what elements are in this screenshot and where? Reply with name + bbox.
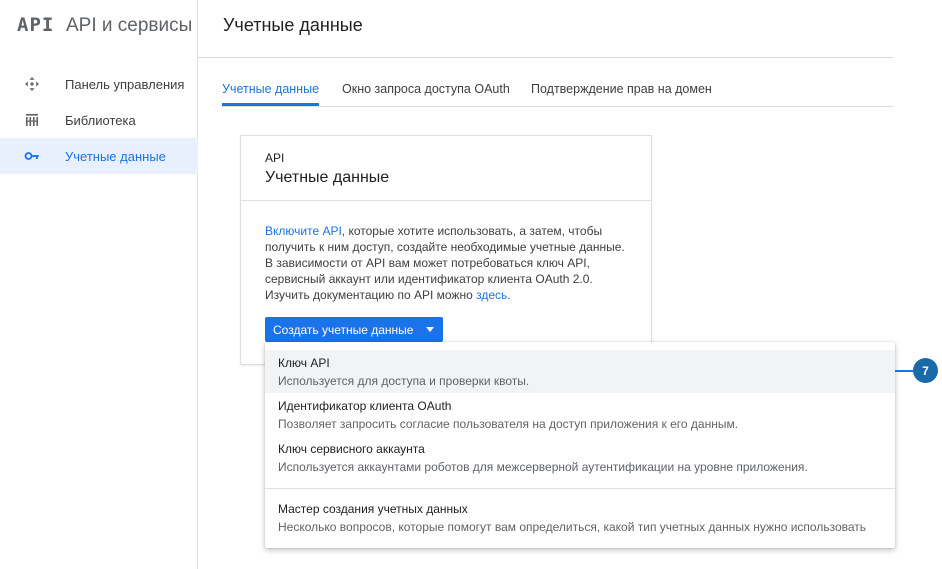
- menu-item-title: Ключ API: [278, 356, 330, 370]
- api-logo: API: [17, 14, 55, 36]
- card-title: Учетные данные: [265, 169, 390, 186]
- create-credentials-label: Создать учетные данные: [273, 322, 414, 337]
- menu-item-title: Идентификатор клиента OAuth: [278, 399, 452, 413]
- sidebar-item-library[interactable]: Библиотека: [0, 102, 198, 138]
- card-divider: [241, 200, 651, 201]
- tab-credentials[interactable]: Учетные данные: [222, 82, 319, 96]
- library-icon: [24, 112, 40, 128]
- key-icon: [24, 148, 40, 164]
- menu-item-title: Мастер создания учетных данных: [278, 502, 468, 516]
- header-divider: [198, 57, 893, 58]
- create-credentials-button[interactable]: Создать учетные данные: [265, 317, 443, 342]
- menu-item-desc: Несколько вопросов, которые помогут вам …: [278, 520, 867, 534]
- enable-api-link[interactable]: Включите API: [265, 224, 342, 238]
- menu-item-service-account-key[interactable]: Ключ сервисного аккаунта Используется ак…: [265, 436, 895, 479]
- sidebar-item-label: Учетные данные: [65, 149, 166, 164]
- credentials-card: API Учетные данные Включите API, которые…: [240, 135, 652, 365]
- menu-item-api-key[interactable]: Ключ API Используется для доступа и пров…: [265, 350, 895, 393]
- menu-divider: [265, 488, 895, 489]
- sidebar: API API и сервисы Панель управления Библ…: [0, 0, 198, 569]
- page-title: Учетные данные: [223, 15, 363, 35]
- dashboard-icon: [24, 76, 40, 92]
- menu-item-desc: Используется для доступа и проверки квот…: [278, 374, 530, 388]
- card-description: Включите API, которые хотите использоват…: [265, 223, 625, 303]
- create-credentials-menu: Ключ API Используется для доступа и пров…: [265, 342, 895, 548]
- caret-down-icon: [426, 327, 434, 332]
- card-description-end: .: [507, 288, 511, 302]
- sidebar-item-dashboard[interactable]: Панель управления: [0, 66, 198, 102]
- card-kicker: API: [265, 151, 285, 165]
- sidebar-item-label: Панель управления: [65, 77, 185, 92]
- sidebar-item-credentials[interactable]: Учетные данные: [0, 138, 198, 174]
- menu-item-title: Ключ сервисного аккаунта: [278, 442, 425, 456]
- menu-item-desc: Используется аккаунтами роботов для межс…: [278, 460, 808, 474]
- tab-oauth-consent[interactable]: Окно запроса доступа OAuth: [342, 82, 510, 96]
- callout-badge: 7: [913, 358, 938, 383]
- tabs-divider: [222, 106, 893, 107]
- docs-link[interactable]: здесь: [476, 288, 507, 302]
- tab-domain-verification[interactable]: Подтверждение прав на домен: [531, 82, 712, 96]
- sidebar-item-label: Библиотека: [65, 113, 136, 128]
- menu-item-credentials-wizard[interactable]: Мастер создания учетных данных Несколько…: [265, 496, 895, 540]
- brand-title: API и сервисы: [66, 15, 193, 36]
- menu-item-desc: Позволяет запросить согласие пользовател…: [278, 417, 739, 431]
- sidebar-nav: Панель управления Библиотека Учетные дан…: [0, 66, 198, 174]
- callout-line: [895, 370, 915, 372]
- menu-item-oauth-client-id[interactable]: Идентификатор клиента OAuth Позволяет за…: [265, 393, 895, 436]
- brand: API API и сервисы: [0, 0, 198, 52]
